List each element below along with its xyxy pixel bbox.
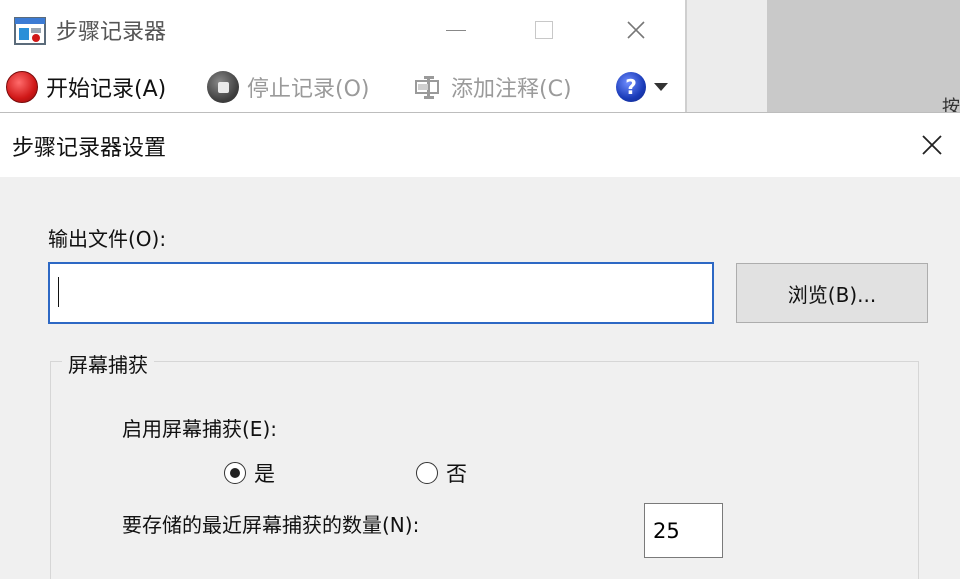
start-record-button[interactable]: 开始记录(A) [6, 70, 166, 104]
add-comment-label: 添加注释(C) [451, 77, 572, 102]
settings-dialog: 步骤记录器设置 输出文件(O): 浏览(B)... 屏幕捕获 启用屏幕捕获(E)… [0, 112, 960, 579]
maximize-button[interactable] [522, 10, 566, 50]
background-panel [767, 0, 960, 112]
capture-yes-label: 是 [254, 462, 275, 486]
dialog-close-button[interactable] [912, 125, 952, 165]
close-icon [922, 135, 942, 155]
start-record-label: 开始记录(A) [46, 77, 167, 102]
radio-unchecked-icon [416, 462, 438, 484]
close-icon [627, 21, 645, 39]
minimize-icon [446, 29, 466, 31]
screen-capture-group-title: 屏幕捕获 [62, 349, 154, 378]
browse-button[interactable]: 浏览(B)... [736, 263, 928, 323]
help-button[interactable]: ? [616, 70, 668, 104]
background-window: 按 [686, 0, 960, 118]
record-icon [6, 71, 38, 103]
stop-icon [207, 71, 239, 103]
add-comment-button[interactable]: 添加注释(C) [413, 70, 572, 104]
steps-recorder-window: 步骤记录器 开始记录(A) 停止记录(O) 添加注释(C) ? [0, 0, 686, 112]
recorder-title: 步骤记录器 [56, 20, 167, 45]
capture-no-radio[interactable]: 否 [416, 458, 467, 488]
capture-no-label: 否 [446, 462, 467, 486]
chevron-down-icon[interactable] [654, 83, 668, 91]
recorder-close-button[interactable] [614, 10, 658, 50]
stop-record-label: 停止记录(O) [247, 77, 370, 102]
radio-checked-icon [224, 462, 246, 484]
capture-yes-radio[interactable]: 是 [224, 458, 275, 488]
minimize-button[interactable] [434, 10, 478, 50]
capture-count-label: 要存储的最近屏幕捕获的数量(N): [122, 513, 420, 537]
enable-capture-label: 启用屏幕捕获(E): [122, 417, 277, 441]
comment-icon [415, 76, 439, 99]
output-file-label: 输出文件(O): [48, 227, 167, 251]
stop-record-button[interactable]: 停止记录(O) [207, 70, 369, 104]
maximize-icon [535, 21, 553, 39]
help-icon: ? [616, 72, 646, 102]
text-caret [58, 277, 59, 307]
recorder-titlebar: 步骤记录器 [0, 0, 686, 60]
steps-recorder-app-icon [14, 17, 46, 45]
output-file-input[interactable] [48, 262, 714, 324]
capture-count-input[interactable] [644, 503, 723, 558]
screen-capture-group [50, 361, 919, 579]
recorder-toolbar: 开始记录(A) 停止记录(O) 添加注释(C) ? [0, 64, 686, 110]
dialog-title: 步骤记录器设置 [12, 136, 167, 161]
dialog-titlebar: 步骤记录器设置 [0, 113, 960, 177]
